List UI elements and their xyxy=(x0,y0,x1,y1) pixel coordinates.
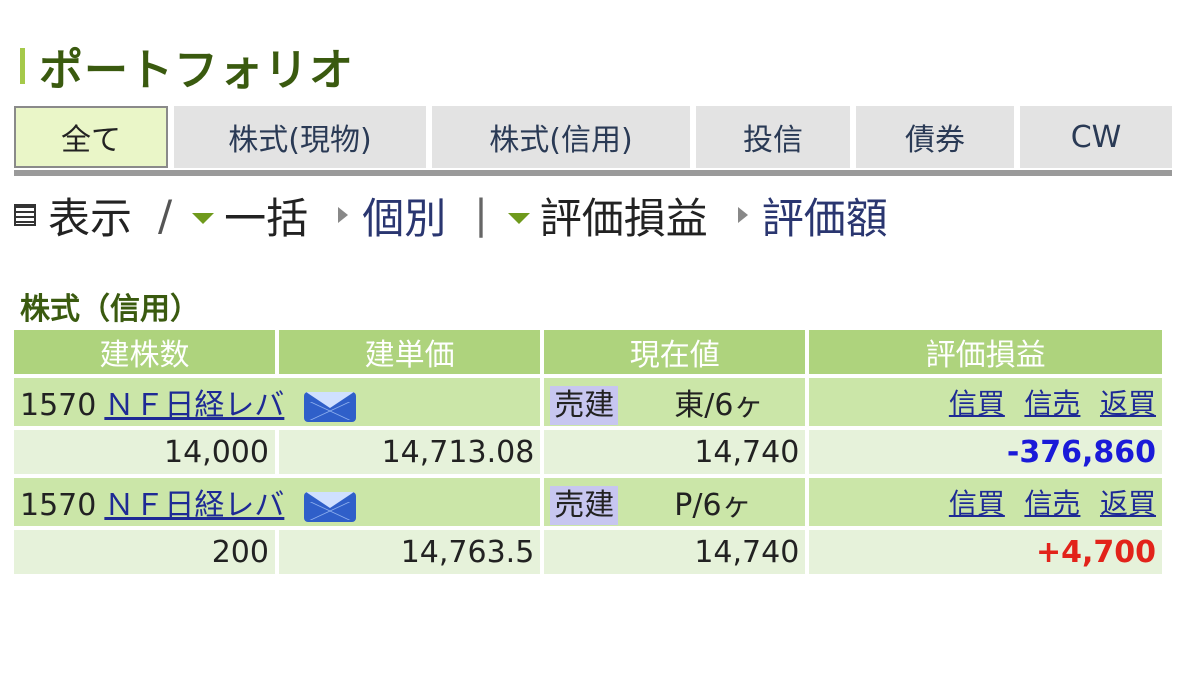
repay-buy-link[interactable]: 返買 xyxy=(1100,487,1156,520)
margin-buy-link[interactable]: 信買 xyxy=(949,387,1005,420)
position-type-badge: 売建 xyxy=(550,386,619,425)
view-toolbar: 表示 / 一括 個別 | 評価損益 評価額 xyxy=(14,184,902,246)
actions-cell: 信買 信売 返買 xyxy=(809,378,1162,426)
security-name-link[interactable]: ＮＦ日経レバ xyxy=(104,488,284,523)
tab-all[interactable]: 全て xyxy=(14,106,168,168)
pl-cell: -376,860 xyxy=(809,430,1162,474)
col-header-unit-price: 建単価 xyxy=(278,330,541,374)
repay-buy-link[interactable]: 返買 xyxy=(1100,387,1156,420)
tab-stock-margin[interactable]: 株式(信用) xyxy=(432,106,690,168)
slash-separator: / xyxy=(158,190,173,240)
display-label: 表示 xyxy=(48,193,133,243)
individual-view-link[interactable]: 個別 xyxy=(362,185,446,246)
current-price-cell: 14,740 xyxy=(544,530,806,574)
bulk-view-option[interactable]: 一括 xyxy=(224,185,308,246)
shares-cell: 200 xyxy=(14,530,275,574)
table-row: 200 14,763.5 14,740 +4,700 xyxy=(14,530,1162,574)
triangle-right-icon xyxy=(737,207,748,223)
mail-icon[interactable] xyxy=(304,391,357,422)
margin-positions-table: 建株数 建単価 現在値 評価損益 1570 ＮＦ日経レバ 売建 東/6ヶ 信買 信売… xyxy=(10,326,1166,578)
shares-cell: 14,000 xyxy=(14,430,275,474)
market-term: P/6ヶ xyxy=(674,488,752,523)
tab-cw[interactable]: CW xyxy=(1020,106,1172,168)
tab-bonds[interactable]: 債券 xyxy=(856,106,1014,168)
position-type-cell: 売建 東/6ヶ xyxy=(544,378,806,426)
table-row: 1570 ＮＦ日経レバ 売建 東/6ヶ 信買 信売 返買 xyxy=(14,378,1162,426)
pl-view-option[interactable]: 評価損益 xyxy=(540,185,708,246)
margin-buy-link[interactable]: 信買 xyxy=(949,487,1005,520)
triangle-down-icon xyxy=(192,212,215,224)
security-code: 1570 xyxy=(20,388,97,423)
title-accent-bar xyxy=(20,48,25,84)
category-tabs: 全て 株式(現物) 株式(信用) 投信 債券 CW xyxy=(14,106,1172,172)
table-row: 14,000 14,713.08 14,740 -376,860 xyxy=(14,430,1162,474)
margin-sell-link[interactable]: 信売 xyxy=(1024,387,1080,420)
section-title: 株式（信用） xyxy=(20,292,200,327)
amount-view-link[interactable]: 評価額 xyxy=(762,185,888,246)
actions-cell: 信買 信売 返買 xyxy=(809,478,1162,526)
page-title: ポートフォリオ xyxy=(39,45,354,96)
security-name-link[interactable]: ＮＦ日経レバ xyxy=(104,388,284,423)
triangle-down-icon xyxy=(507,212,530,224)
col-header-pl: 評価損益 xyxy=(809,330,1162,374)
tab-stock-cash[interactable]: 株式(現物) xyxy=(174,106,426,168)
security-code: 1570 xyxy=(20,488,97,523)
tab-funds[interactable]: 投信 xyxy=(696,106,850,168)
position-type-badge: 売建 xyxy=(550,486,619,525)
current-price-cell: 14,740 xyxy=(544,430,806,474)
margin-sell-link[interactable]: 信売 xyxy=(1024,487,1080,520)
bar-separator: | xyxy=(474,192,488,238)
page-header: ポートフォリオ xyxy=(20,36,354,96)
unit-price-cell: 14,713.08 xyxy=(278,430,541,474)
tab-underline xyxy=(14,170,1172,176)
position-type-cell: 売建 P/6ヶ xyxy=(544,478,806,526)
pl-cell: +4,700 xyxy=(809,530,1162,574)
security-cell: 1570 ＮＦ日経レバ xyxy=(14,478,541,526)
security-cell: 1570 ＮＦ日経レバ xyxy=(14,378,541,426)
list-icon xyxy=(14,204,36,226)
col-header-shares: 建株数 xyxy=(14,330,275,374)
market-term: 東/6ヶ xyxy=(674,388,764,423)
col-header-current-price: 現在値 xyxy=(544,330,806,374)
unit-price-cell: 14,763.5 xyxy=(278,530,541,574)
table-header-row: 建株数 建単価 現在値 評価損益 xyxy=(14,330,1162,374)
table-row: 1570 ＮＦ日経レバ 売建 P/6ヶ 信買 信売 返買 xyxy=(14,478,1162,526)
mail-icon[interactable] xyxy=(304,491,357,522)
triangle-right-icon xyxy=(338,207,349,223)
